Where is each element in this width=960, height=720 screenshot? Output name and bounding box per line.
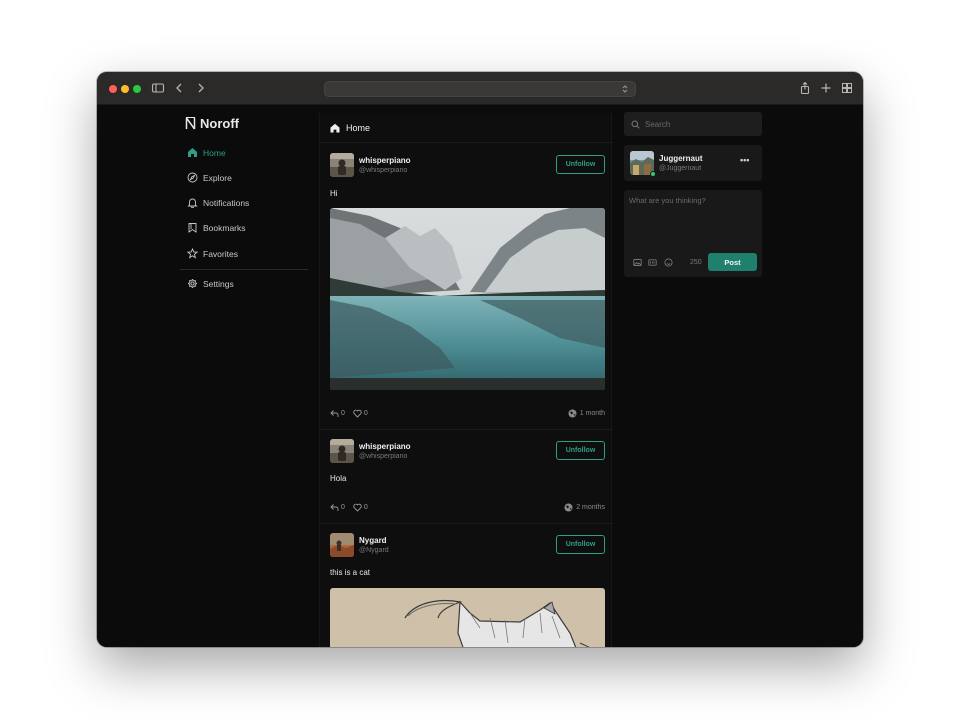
sidebar-item-explore[interactable]: Explore (187, 172, 232, 183)
page-title: Home (346, 122, 371, 133)
like-count: 0 (363, 504, 368, 511)
home-icon (188, 148, 197, 157)
reply-count: 0 (341, 504, 345, 511)
post-author-handle: @Nygard (359, 547, 389, 554)
new-tab-icon[interactable] (819, 81, 833, 95)
bell-icon (187, 198, 198, 208)
share-icon[interactable] (798, 81, 812, 95)
post-author-name[interactable]: whisperpiano (359, 442, 411, 451)
browser-toolbar (97, 72, 863, 105)
post-text: this is a cat (330, 568, 371, 577)
post-author-name[interactable]: whisperpiano (359, 156, 411, 165)
sidebar-item-label: Settings (203, 278, 234, 289)
emoji-icon[interactable] (664, 258, 673, 267)
search-input[interactable] (645, 119, 755, 129)
sidebar-item-label: Home (203, 147, 226, 158)
post-image[interactable] (330, 208, 605, 390)
zoom-window-button[interactable] (133, 85, 141, 93)
sidebar-item-settings[interactable]: Settings (187, 278, 234, 289)
brand-logo[interactable]: Noroff (185, 116, 239, 131)
sidebar-item-favorites[interactable]: Favorites (187, 248, 238, 259)
like-button[interactable]: 0 (353, 409, 368, 418)
post-text: Hi (330, 189, 338, 198)
star-icon (187, 248, 198, 259)
brand-name: Noroff (200, 116, 239, 131)
unfollow-button[interactable]: Unfollow (556, 441, 605, 460)
bookmark-icon (188, 223, 197, 233)
heart-icon (353, 409, 362, 418)
sidebar-item-label: Explore (203, 172, 232, 183)
reply-icon (330, 504, 339, 511)
search-box[interactable] (624, 112, 762, 136)
heart-icon (353, 503, 362, 512)
minimize-window-button[interactable] (121, 85, 129, 93)
post-card: whisperpiano @whisperpiano Unfollow Hi 0… (320, 144, 613, 430)
compass-icon (187, 172, 198, 183)
online-status-indicator (650, 171, 656, 177)
forward-icon[interactable] (194, 81, 208, 95)
user-name: Juggernaut (659, 154, 703, 163)
post-button[interactable]: Post (708, 253, 757, 271)
noroff-logo-icon (185, 117, 196, 130)
post-author-handle: @whisperpiano (359, 453, 408, 460)
search-icon (631, 120, 640, 129)
globe-icon (568, 409, 577, 418)
close-window-button[interactable] (109, 85, 117, 93)
image-upload-icon[interactable] (633, 258, 642, 267)
gear-icon (188, 279, 197, 288)
page-content: Noroff Home Explore Notifications Bookma… (97, 105, 863, 647)
like-button[interactable]: 0 (353, 503, 368, 512)
reply-button[interactable]: 0 (330, 409, 345, 418)
home-icon (330, 123, 340, 132)
feed-header: Home (320, 113, 613, 143)
current-user-card[interactable]: Juggernaut @Juggernaut ••• (624, 145, 762, 181)
sidebar-item-label: Favorites (203, 248, 238, 259)
globe-icon (564, 503, 573, 512)
avatar[interactable] (330, 153, 354, 177)
reply-icon (330, 410, 339, 417)
post-card: whisperpiano @whisperpiano Unfollow Hola… (320, 430, 613, 524)
user-handle: @Juggernaut (659, 165, 702, 172)
feed-column: Home whisperpiano @whisperpiano Unfollow… (319, 113, 613, 647)
post-composer: 250 Post (624, 190, 762, 277)
post-text: Hola (330, 474, 347, 483)
sidebar-toggle-icon[interactable] (151, 81, 165, 95)
unfollow-button[interactable]: Unfollow (556, 155, 605, 174)
sidebar-item-label: Bookmarks (203, 222, 246, 233)
sidebar-divider (180, 269, 308, 270)
unfollow-button[interactable]: Unfollow (556, 535, 605, 554)
like-count: 0 (363, 410, 368, 417)
sidebar-item-home[interactable]: Home (187, 147, 226, 158)
post-time: 2 months (576, 504, 605, 511)
reply-count: 0 (341, 410, 345, 417)
reply-button[interactable]: 0 (330, 503, 345, 512)
sidebar-item-notifications[interactable]: Notifications (187, 197, 249, 208)
post-time: 1 month (579, 410, 605, 417)
avatar[interactable] (330, 533, 354, 557)
avatar[interactable] (330, 439, 354, 463)
compose-input[interactable] (629, 196, 757, 246)
browser-window: Noroff Home Explore Notifications Bookma… (97, 72, 863, 647)
post-image[interactable] (330, 588, 605, 647)
post-actions: 0 0 (330, 503, 368, 512)
post-actions: 0 0 (330, 409, 368, 418)
gif-icon[interactable] (648, 258, 657, 267)
post-card: Nygard @Nygard Unfollow this is a cat (320, 524, 613, 647)
character-count: 250 (690, 259, 702, 266)
sidebar-item-label: Notifications (203, 197, 250, 208)
tab-overview-icon[interactable] (840, 81, 854, 95)
address-bar[interactable] (324, 81, 636, 97)
chevron-updown-icon (622, 85, 628, 93)
post-timestamp: 2 months (564, 503, 605, 512)
back-icon[interactable] (172, 81, 186, 95)
sidebar-item-bookmarks[interactable]: Bookmarks (187, 222, 246, 233)
post-timestamp: 1 month (568, 409, 605, 418)
post-author-handle: @whisperpiano (359, 167, 408, 174)
more-options-icon[interactable]: ••• (740, 155, 749, 165)
post-author-name[interactable]: Nygard (359, 536, 387, 545)
